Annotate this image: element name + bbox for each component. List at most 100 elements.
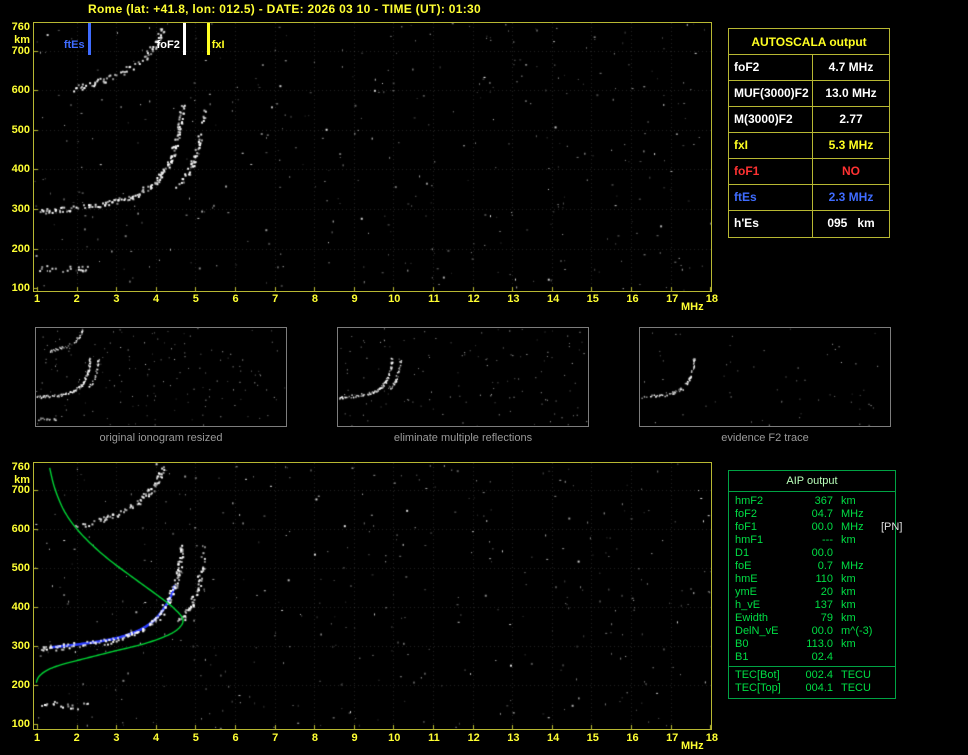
aip-row-extra	[881, 638, 895, 651]
aip-row-label: TEC[Bot]	[735, 669, 780, 681]
bottom-y-axis-label: 100	[11, 718, 30, 731]
aip-row-label: ymE	[735, 586, 757, 598]
aip-row-extra	[881, 547, 895, 560]
aip-row-unit: km	[841, 599, 856, 611]
aip-row-B1: B1 02.4	[729, 651, 895, 664]
top-x-axis-label: 1	[33, 293, 41, 305]
aip-row-extra	[881, 534, 895, 547]
top-x-axis-label: 15	[586, 293, 599, 305]
aip-row-label: foF2	[735, 508, 758, 520]
autoscala-table-title: AUTOSCALA output	[729, 29, 889, 55]
top-x-axis-label: 5	[192, 293, 199, 305]
top-y-axis-label: 300	[11, 202, 30, 215]
bottom-x-axis-label: 17	[666, 732, 679, 744]
autoscala-row-value: 4.7 MHz	[828, 60, 874, 74]
bottom-x-axis-label: 3	[113, 732, 120, 744]
bottom-x-axis-label: 7	[272, 732, 279, 744]
aip-row-unit: TECU	[841, 682, 871, 694]
autoscala-row-muf3000f2: MUF(3000)F2 13.0 MHz	[729, 81, 889, 107]
ftEs-marker-line	[87, 23, 91, 55]
aip-row-ymE: ymE 20 km	[729, 586, 895, 599]
aip-row-label: DelN_vE	[735, 625, 779, 637]
bottom-x-axis-label: 9	[351, 732, 358, 744]
aip-row-value: 00.0	[811, 547, 833, 559]
aip-row-unit: km	[841, 495, 856, 507]
aip-row-value: ---	[822, 534, 833, 546]
autoscala-row-label: h'Es	[729, 211, 813, 237]
aip-row-value: 00.0	[811, 625, 833, 637]
bottom-x-axis-label: 1	[33, 732, 41, 744]
bottom-x-axis-label: 11	[428, 732, 440, 744]
aip-row-unit: MHz	[841, 521, 864, 533]
top-y-axis-label: 760	[11, 21, 30, 34]
aip-row-unit: km	[841, 534, 856, 546]
aip-row-extra	[881, 560, 895, 573]
top-y-axis-label: 500	[11, 123, 30, 136]
bottom-x-axis-label: 2	[73, 732, 80, 744]
aip-row-Ewidth: Ewidth 79 km	[729, 612, 895, 625]
autoscala-row-m3000f2: M(3000)F2 2.77	[729, 107, 889, 133]
top-x-axis-label: 12	[467, 293, 480, 305]
page-title: Rome (lat: +41.8, lon: 012.5) - DATE: 20…	[88, 2, 481, 16]
bottom-ionogram-canvas	[33, 462, 712, 730]
aip-row-label: Ewidth	[735, 612, 769, 624]
thumbnail-caption-f2trace: evidence F2 trace	[721, 432, 809, 444]
autoscala-row-foF2: foF2 4.7 MHz	[729, 55, 889, 81]
autoscala-row-value: 5.3 MHz	[828, 138, 874, 152]
aip-row-label: h_vE	[735, 599, 761, 611]
autoscala-output-table: AUTOSCALA output foF2 4.7 MHz MUF(3000)F…	[728, 28, 890, 238]
aip-row-extra	[881, 573, 895, 586]
aip-row-hvE: h_vE 137 km	[729, 599, 895, 612]
aip-row-unit: MHz	[841, 560, 864, 572]
aip-output-table: AIP output hmF2 367 km foF2 04.7 MHz foF…	[728, 470, 902, 699]
aip-row-value: 002.4	[805, 669, 833, 681]
aip-row-extra	[881, 682, 895, 695]
aip-row-extra	[881, 495, 895, 508]
bottom-x-axis-label: 10	[388, 732, 401, 744]
autoscala-row-ftEs: ftEs 2.3 MHz	[729, 185, 889, 211]
top-x-axis-label: 17	[666, 293, 679, 305]
aip-row-tec-top: TEC[Top] 004.1 TECU	[729, 682, 895, 695]
bottom-x-axis-label: 8	[311, 732, 318, 744]
aip-row-B0: B0 113.0 km	[729, 638, 895, 651]
top-y-axis-label: 100	[11, 282, 30, 295]
aip-row-value: 00.0	[811, 521, 833, 533]
aip-row-extra	[881, 586, 895, 599]
bottom-y-axis-label: 200	[11, 679, 30, 692]
aip-row-unit: MHz	[841, 508, 864, 520]
aip-row-value: 137	[814, 599, 833, 611]
bottom-y-axis-label: 500	[11, 562, 30, 575]
aip-row-value: 110	[815, 573, 833, 585]
top-x-axis-label: 14	[546, 293, 560, 305]
top-x-axis-label: 6	[232, 293, 239, 305]
bottom-y-axis-label: 400	[11, 601, 30, 614]
autoscala-row-label: MUF(3000)F2	[729, 81, 813, 106]
aip-row-hmF1: hmF1 --- km	[729, 534, 895, 547]
top-x-axis-label: 8	[311, 293, 318, 305]
aip-row-label: hmE	[735, 573, 758, 585]
top-x-axis-label: 10	[388, 293, 401, 305]
autoscala-row-foF1: foF1 NO	[729, 159, 889, 185]
aip-row-label: hmF1	[735, 534, 764, 546]
top-y-axis-label: 400	[11, 163, 30, 176]
autoscala-row-value: 2.3 MHz	[828, 190, 874, 204]
thumbnail-eliminate-reflections	[337, 327, 589, 427]
aip-row-unit: m^(-3)	[841, 625, 873, 637]
aip-row-unit: km	[841, 612, 856, 624]
aip-table-title: AIP output	[729, 471, 895, 492]
aip-row-unit: km	[841, 573, 856, 585]
autoscala-row-label: foF2	[729, 55, 813, 80]
aip-row-extra	[881, 612, 895, 625]
top-y-axis-label: 700	[11, 44, 30, 57]
aip-row-extra: [PN]	[881, 521, 903, 533]
aip-row-hmF2: hmF2 367 km	[729, 495, 895, 508]
bottom-x-axis-label: 14	[546, 732, 560, 744]
bottom-x-axis-label: 16	[626, 732, 639, 744]
aip-row-unit: km	[841, 586, 856, 598]
bottom-x-axis-label: 15	[586, 732, 599, 744]
autoscala-row-label: M(3000)F2	[729, 107, 813, 132]
aip-row-extra	[881, 669, 895, 682]
top-x-axis-label: 7	[272, 293, 279, 305]
autoscala-row-value: NO	[842, 164, 860, 178]
ftEs-legend-label: ftEs	[63, 39, 85, 51]
